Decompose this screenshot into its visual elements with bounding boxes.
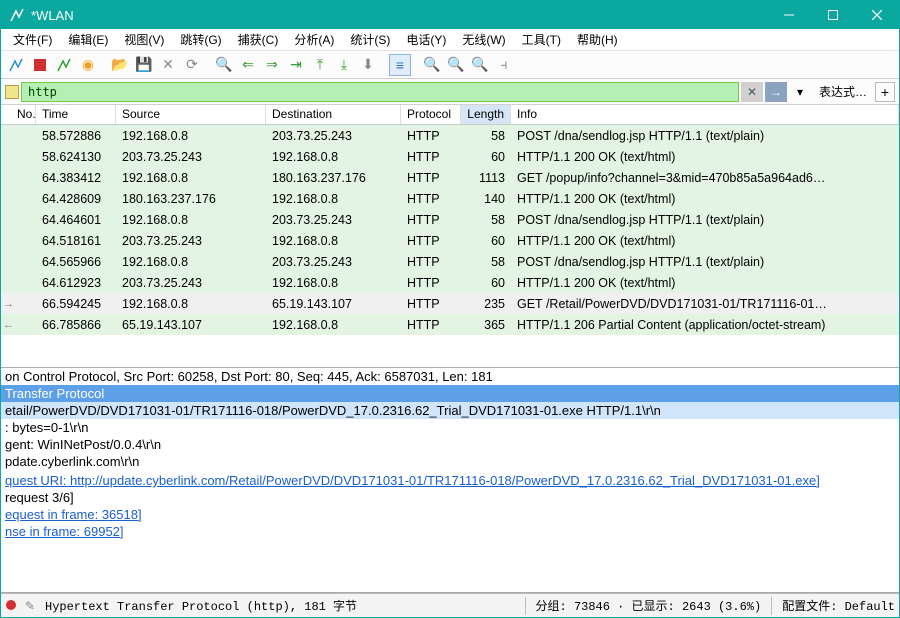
table-row[interactable]: ←66.78586665.19.143.107192.168.0.8HTTP36… [1, 314, 899, 335]
auto-scroll-icon[interactable]: ⬇ [357, 54, 379, 76]
reload-icon[interactable]: ⟳ [181, 54, 203, 76]
start-capture-icon[interactable] [5, 54, 27, 76]
apply-filter-icon[interactable]: → [765, 82, 787, 102]
col-source[interactable]: Source [116, 105, 266, 124]
window-title: *WLAN [31, 8, 74, 23]
close-file-icon[interactable]: ✕ [157, 54, 179, 76]
menu-edit[interactable]: 编辑(E) [60, 29, 116, 50]
col-info[interactable]: Info [511, 105, 899, 124]
table-row[interactable]: 64.565966192.168.0.8203.73.25.243HTTP58P… [1, 251, 899, 272]
detail-line[interactable]: etail/PowerDVD/DVD171031-01/TR171116-018… [1, 402, 899, 419]
col-length[interactable]: Length [461, 105, 511, 124]
menu-telephony[interactable]: 电话(Y) [398, 29, 454, 50]
go-forward-icon[interactable]: ⇒ [261, 54, 283, 76]
zoom-out-icon[interactable]: 🔍 [445, 54, 467, 76]
menu-view[interactable]: 视图(V) [116, 29, 172, 50]
detail-line[interactable]: quest URI: http://update.cyberlink.com/R… [1, 472, 899, 489]
menu-wireless[interactable]: 无线(W) [454, 29, 513, 50]
col-protocol[interactable]: Protocol [401, 105, 461, 124]
table-row[interactable]: 64.428609180.163.237.176192.168.0.8HTTP1… [1, 188, 899, 209]
status-profile[interactable]: 配置文件: Default [782, 597, 895, 614]
statusbar: ✎ Hypertext Transfer Protocol (http), 18… [1, 593, 899, 617]
table-row[interactable]: 58.624130203.73.25.243192.168.0.8HTTP60H… [1, 146, 899, 167]
status-packets: 分组: 73846 · 已显示: 2643 (3.6%) [536, 597, 762, 614]
go-back-icon[interactable]: ⇐ [237, 54, 259, 76]
expert-info-icon[interactable] [5, 599, 19, 613]
toolbar: ◉ 📂 💾 ✕ ⟳ 🔍 ⇐ ⇒ ⇥ ⤒ ⤓ ⬇ ≡ 🔍 🔍 🔍 ⫞ [1, 51, 899, 79]
go-to-packet-icon[interactable]: ⇥ [285, 54, 307, 76]
table-row[interactable]: 64.464601192.168.0.8203.73.25.243HTTP58P… [1, 209, 899, 230]
table-row[interactable]: 64.518161203.73.25.243192.168.0.8HTTP60H… [1, 230, 899, 251]
expression-button[interactable]: 表达式… [813, 83, 873, 100]
capture-options-icon[interactable]: ◉ [77, 54, 99, 76]
first-packet-icon[interactable]: ⤒ [309, 54, 331, 76]
col-destination[interactable]: Destination [266, 105, 401, 124]
table-row[interactable]: 64.612923203.73.25.243192.168.0.8HTTP60H… [1, 272, 899, 293]
menu-capture[interactable]: 捕获(C) [230, 29, 287, 50]
detail-line[interactable]: request 3/6] [1, 489, 899, 506]
bookmark-icon[interactable] [5, 85, 19, 99]
colorize-icon[interactable]: ≡ [389, 54, 411, 76]
menu-statistics[interactable]: 统计(S) [342, 29, 398, 50]
clear-filter-icon[interactable]: ✕ [741, 82, 763, 102]
edit-icon[interactable]: ✎ [25, 599, 39, 613]
resize-columns-icon[interactable]: ⫞ [493, 54, 515, 76]
menu-tools[interactable]: 工具(T) [514, 29, 569, 50]
table-row[interactable]: →66.594245192.168.0.865.19.143.107HTTP23… [1, 293, 899, 314]
find-packet-icon[interactable]: 🔍 [213, 54, 235, 76]
menu-analyze[interactable]: 分析(A) [286, 29, 342, 50]
detail-line[interactable]: equest in frame: 36518] [1, 506, 899, 523]
menu-file[interactable]: 文件(F) [5, 29, 60, 50]
detail-line[interactable]: Transfer Protocol [1, 385, 899, 402]
detail-line[interactable]: pdate.cyberlink.com\r\n [1, 453, 899, 470]
table-row[interactable]: 58.572886192.168.0.8203.73.25.243HTTP58P… [1, 125, 899, 146]
menubar: 文件(F) 编辑(E) 视图(V) 跳转(G) 捕获(C) 分析(A) 统计(S… [1, 29, 899, 51]
col-no[interactable]: No. [1, 105, 36, 124]
detail-line[interactable]: on Control Protocol, Src Port: 60258, Ds… [1, 368, 899, 385]
detail-line[interactable]: : bytes=0-1\r\n [1, 419, 899, 436]
stop-capture-icon[interactable] [29, 54, 51, 76]
add-filter-button[interactable]: + [875, 82, 895, 102]
zoom-reset-icon[interactable]: 🔍 [469, 54, 491, 76]
zoom-in-icon[interactable]: 🔍 [421, 54, 443, 76]
menu-help[interactable]: 帮助(H) [569, 29, 626, 50]
packet-list[interactable]: No. Time Source Destination Protocol Len… [1, 105, 899, 368]
status-main: Hypertext Transfer Protocol (http), 181 … [45, 597, 357, 614]
detail-line[interactable]: nse in frame: 69952] [1, 523, 899, 540]
maximize-button[interactable] [811, 1, 855, 29]
save-file-icon[interactable]: 💾 [133, 54, 155, 76]
filter-bar: ✕ → ▾ 表达式… + [1, 79, 899, 105]
close-button[interactable] [855, 1, 899, 29]
filter-history-icon[interactable]: ▾ [789, 82, 811, 102]
col-time[interactable]: Time [36, 105, 116, 124]
display-filter-input[interactable] [21, 82, 739, 102]
last-packet-icon[interactable]: ⤓ [333, 54, 355, 76]
table-row[interactable]: 64.383412192.168.0.8180.163.237.176HTTP1… [1, 167, 899, 188]
detail-line[interactable]: gent: WinINetPost/0.0.4\r\n [1, 436, 899, 453]
packet-header: No. Time Source Destination Protocol Len… [1, 105, 899, 125]
open-file-icon[interactable]: 📂 [109, 54, 131, 76]
restart-capture-icon[interactable] [53, 54, 75, 76]
minimize-button[interactable] [767, 1, 811, 29]
menu-go[interactable]: 跳转(G) [172, 29, 229, 50]
app-icon [9, 7, 25, 23]
titlebar: *WLAN [1, 1, 899, 29]
packet-details[interactable]: on Control Protocol, Src Port: 60258, Ds… [1, 368, 899, 593]
